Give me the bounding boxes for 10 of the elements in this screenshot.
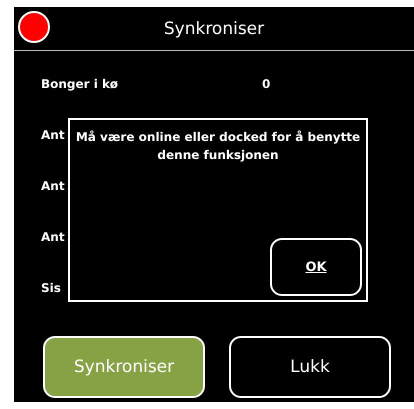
close-button[interactable]: Lukk [229,336,391,398]
ok-button[interactable]: OK [270,238,362,296]
row-label: Sis [41,281,61,295]
row-value: 0 [262,77,270,91]
row-label: Ant [41,128,65,142]
row-label: Bonger i kø [41,77,118,91]
window-title: Synkroniser [162,18,266,38]
row-label: Ant [41,230,65,244]
dialog-message: Må være online eller docked for å benytte denne funksjonen [74,129,362,164]
row-label: Ant [41,179,65,193]
